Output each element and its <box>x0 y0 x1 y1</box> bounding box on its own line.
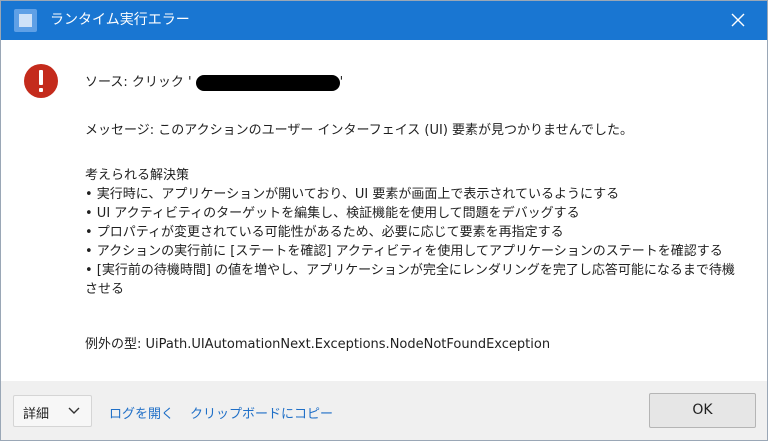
redacted-source-value <box>195 74 340 91</box>
dialog-title: ランタイム実行エラー <box>50 12 190 28</box>
copy-to-clipboard-link[interactable]: クリップボードにコピー <box>190 403 333 422</box>
dialog-footer: 詳細 ログを開く クリップボードにコピー OK <box>1 381 767 440</box>
error-icon <box>24 64 58 98</box>
solution-item: • プロパティが変更されている可能性があるため、必要に応じて要素を再指定する <box>85 225 564 240</box>
details-dropdown-button[interactable]: 詳細 <box>13 395 92 427</box>
source-label: ソース: クリック ' <box>85 75 192 90</box>
source-suffix: ' <box>339 75 344 90</box>
runtime-error-dialog: ランタイム実行エラー ソース: クリック ' ' メッセージ: このアクションのユ… <box>0 0 768 441</box>
open-log-link[interactable]: ログを開く <box>109 403 174 422</box>
solution-item: • 実行時に、アプリケーションが開いており、UI 要素が画面上で表示されているよ… <box>85 187 620 202</box>
solutions-list: • 実行時に、アプリケーションが開いており、UI 要素が画面上で表示されているよ… <box>85 185 765 299</box>
error-message: メッセージ: このアクションのユーザー インターフェイス (UI) 要素が見つか… <box>85 123 634 138</box>
close-icon <box>731 13 745 27</box>
solution-item: • [実行前の待機時間] の値を増やし、アプリケーションが完全にレンダリングを完… <box>85 263 735 297</box>
exception-type: 例外の型: UiPath.UIAutomationNext.Exceptions… <box>85 337 551 352</box>
close-button[interactable] <box>715 1 761 40</box>
chevron-down-icon <box>68 407 80 414</box>
details-label: 詳細 <box>23 407 50 422</box>
ok-button[interactable]: OK <box>649 393 756 428</box>
solutions-title: 考えられる解決策 <box>85 168 190 183</box>
title-bar[interactable]: ランタイム実行エラー <box>1 1 767 40</box>
source-line: ソース: クリック ' ' <box>85 74 343 91</box>
uipath-app-icon <box>14 9 37 32</box>
solution-item: • UI アクティビティのターゲットを編集し、検証機能を使用して問題をデバッグす… <box>85 206 580 221</box>
solution-item: • アクションの実行前に [ステートを確認] アクティビティを使用してアプリケー… <box>85 244 723 259</box>
